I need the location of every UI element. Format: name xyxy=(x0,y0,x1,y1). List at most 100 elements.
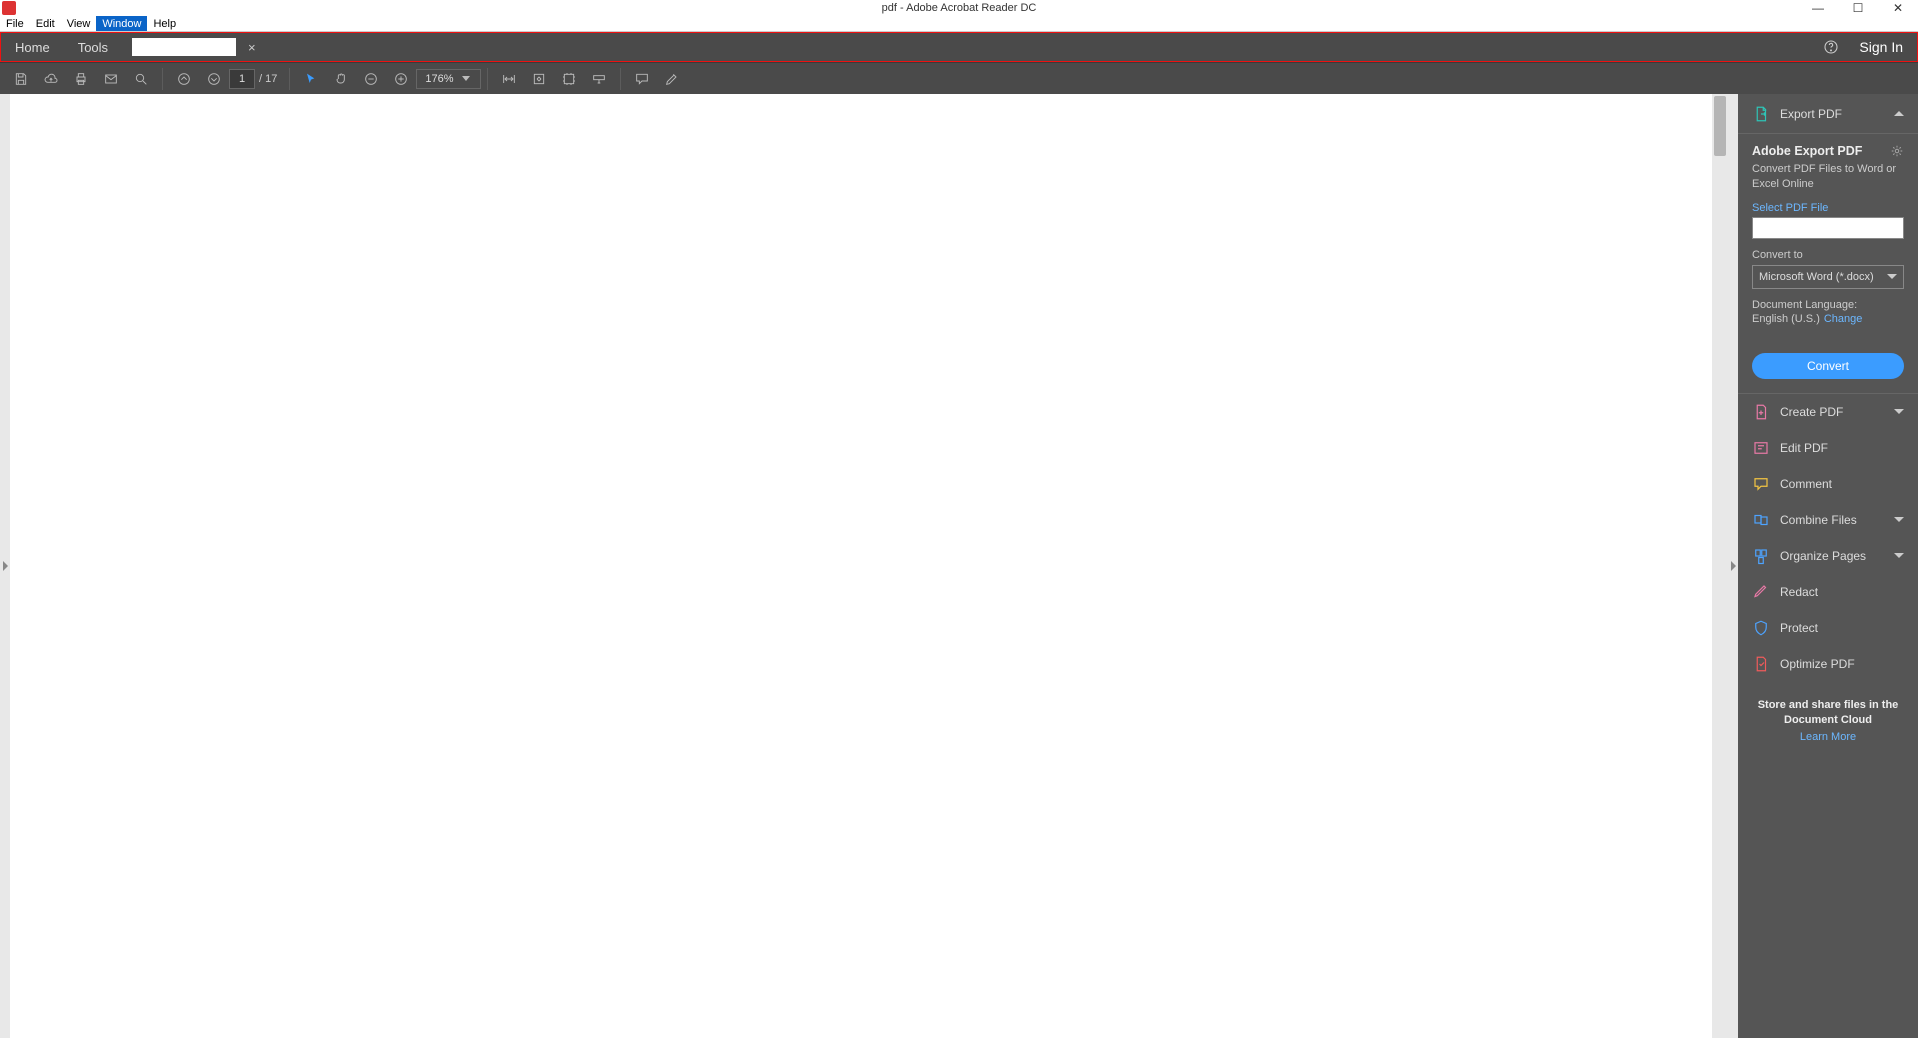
convert-to-value: Microsoft Word (*.docx) xyxy=(1759,271,1874,283)
tool-label: Optimize PDF xyxy=(1780,657,1855,671)
convert-to-label: Convert to xyxy=(1752,249,1904,261)
combine-files-icon xyxy=(1752,511,1770,529)
close-button[interactable]: ✕ xyxy=(1878,0,1918,16)
zoom-out-icon[interactable] xyxy=(356,64,386,94)
convert-button[interactable]: Convert xyxy=(1752,353,1904,379)
window-controls: — ☐ ✕ xyxy=(1798,0,1918,16)
hand-tool-icon[interactable] xyxy=(326,64,356,94)
minimize-button[interactable]: — xyxy=(1798,0,1838,16)
menubar: File Edit View Window Help xyxy=(0,16,1918,32)
zoom-dropdown[interactable]: 176% xyxy=(416,69,480,89)
tool-label: Comment xyxy=(1780,477,1832,491)
export-description: Convert PDF Files to Word or Excel Onlin… xyxy=(1752,162,1904,192)
help-icon[interactable] xyxy=(1817,33,1845,61)
organize-pages-icon xyxy=(1752,547,1770,565)
fullscreen-icon[interactable] xyxy=(554,64,584,94)
chevron-down-icon xyxy=(1894,517,1904,522)
convert-to-dropdown[interactable]: Microsoft Word (*.docx) xyxy=(1752,265,1904,289)
right-panel: Export PDF Adobe Export PDF Convert PDF … xyxy=(1738,94,1918,1038)
document-viewport[interactable] xyxy=(10,94,1712,1038)
menu-edit[interactable]: Edit xyxy=(30,16,61,31)
protect-icon xyxy=(1752,619,1770,637)
selection-tool-icon[interactable] xyxy=(296,64,326,94)
vertical-scrollbar[interactable] xyxy=(1712,94,1728,1038)
chevron-down-icon xyxy=(1894,409,1904,414)
export-pdf-header[interactable]: Export PDF xyxy=(1738,94,1918,134)
settings-icon[interactable] xyxy=(1890,144,1904,158)
document-language-value: English (U.S.)Change xyxy=(1752,313,1904,325)
email-icon[interactable] xyxy=(96,64,126,94)
sign-in-button[interactable]: Sign In xyxy=(1845,33,1917,61)
tool-label: Combine Files xyxy=(1780,513,1857,527)
menu-window[interactable]: Window xyxy=(96,16,147,31)
select-file-label: Select PDF File xyxy=(1752,202,1904,214)
window-title: pdf - Adobe Acrobat Reader DC xyxy=(882,2,1037,14)
optimize-pdf-icon xyxy=(1752,655,1770,673)
print-icon[interactable] xyxy=(66,64,96,94)
tool-optimize-pdf[interactable]: Optimize PDF xyxy=(1738,646,1918,682)
window-titlebar: pdf - Adobe Acrobat Reader DC — ☐ ✕ xyxy=(0,0,1918,16)
tool-label: Redact xyxy=(1780,585,1818,599)
learn-more-link[interactable]: Learn More xyxy=(1748,731,1908,743)
chevron-down-icon xyxy=(1887,274,1897,279)
highlight-icon[interactable] xyxy=(657,64,687,94)
chevron-down-icon xyxy=(1894,553,1904,558)
chevron-right-icon xyxy=(3,561,8,571)
app-icon xyxy=(2,1,16,15)
menu-file[interactable]: File xyxy=(0,16,30,31)
export-pdf-panel: Adobe Export PDF Convert PDF Files to Wo… xyxy=(1738,134,1918,394)
tool-label: Organize Pages xyxy=(1780,549,1866,563)
tool-label: Protect xyxy=(1780,621,1818,635)
page-down-icon[interactable] xyxy=(199,64,229,94)
save-icon[interactable] xyxy=(6,64,36,94)
edit-pdf-icon xyxy=(1752,439,1770,457)
tab-close-icon[interactable]: × xyxy=(242,40,262,55)
toolbar: / 17 176% xyxy=(0,62,1918,94)
tool-protect[interactable]: Protect xyxy=(1738,610,1918,646)
tool-comment[interactable]: Comment xyxy=(1738,466,1918,502)
page-up-icon[interactable] xyxy=(169,64,199,94)
right-panel-footer: Store and share files in the Document Cl… xyxy=(1738,690,1918,760)
read-mode-icon[interactable] xyxy=(584,64,614,94)
page-total-label: / 17 xyxy=(255,73,283,85)
chevron-up-icon xyxy=(1894,111,1904,116)
tool-create-pdf[interactable]: Create PDF xyxy=(1738,394,1918,430)
change-language-link[interactable]: Change xyxy=(1824,313,1863,325)
main-area: Export PDF Adobe Export PDF Convert PDF … xyxy=(0,94,1918,1038)
redact-icon xyxy=(1752,583,1770,601)
page-number-input[interactable] xyxy=(229,69,255,89)
create-pdf-icon xyxy=(1752,403,1770,421)
comment-icon[interactable] xyxy=(627,64,657,94)
zoom-in-icon[interactable] xyxy=(386,64,416,94)
fit-page-icon[interactable] xyxy=(524,64,554,94)
tab-home[interactable]: Home xyxy=(1,33,64,61)
cloud-upload-icon[interactable] xyxy=(36,64,66,94)
tabbar: Home Tools × Sign In xyxy=(1,33,1917,61)
scrollbar-thumb[interactable] xyxy=(1714,96,1726,156)
comment-tool-icon xyxy=(1752,475,1770,493)
zoom-value: 176% xyxy=(425,73,453,85)
tool-label: Create PDF xyxy=(1780,405,1843,419)
chevron-right-icon xyxy=(1731,561,1736,571)
export-title: Adobe Export PDF xyxy=(1752,144,1904,158)
right-panel-toggle[interactable] xyxy=(1728,94,1738,1038)
document-language-label: Document Language: xyxy=(1752,299,1904,311)
menu-view[interactable]: View xyxy=(61,16,97,31)
tab-document-label xyxy=(132,38,236,56)
export-pdf-label: Export PDF xyxy=(1780,107,1842,121)
export-pdf-icon xyxy=(1752,105,1770,123)
menu-help[interactable]: Help xyxy=(147,16,182,31)
fit-width-icon[interactable] xyxy=(494,64,524,94)
tool-organize-pages[interactable]: Organize Pages xyxy=(1738,538,1918,574)
tool-edit-pdf[interactable]: Edit PDF xyxy=(1738,430,1918,466)
tab-document[interactable]: × xyxy=(132,33,262,61)
tool-redact[interactable]: Redact xyxy=(1738,574,1918,610)
search-icon[interactable] xyxy=(126,64,156,94)
maximize-button[interactable]: ☐ xyxy=(1838,0,1878,16)
left-panel-toggle[interactable] xyxy=(0,94,10,1038)
select-file-input[interactable] xyxy=(1752,217,1904,239)
tool-combine-files[interactable]: Combine Files xyxy=(1738,502,1918,538)
chevron-down-icon xyxy=(462,76,470,81)
tab-tools[interactable]: Tools xyxy=(64,33,122,61)
footer-text: Store and share files in the Document Cl… xyxy=(1748,698,1908,728)
